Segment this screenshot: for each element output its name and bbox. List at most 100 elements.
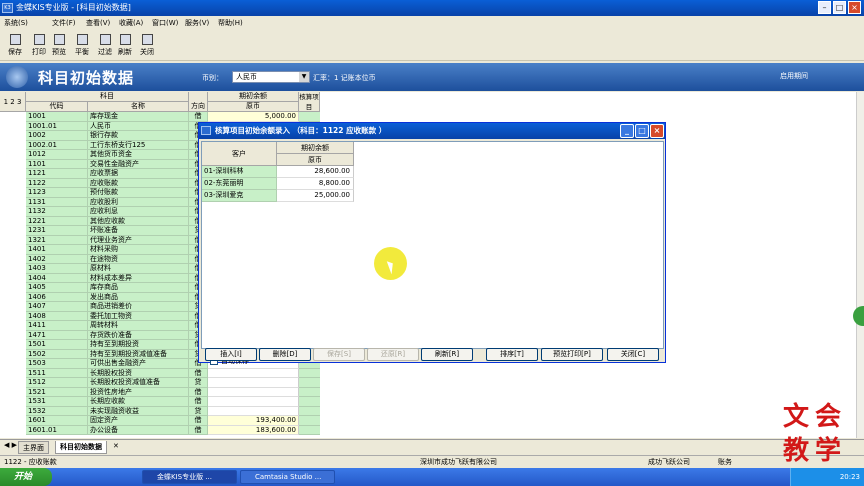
tree-expander-icon[interactable] xyxy=(0,387,26,397)
tree-expander-icon[interactable] xyxy=(0,159,26,169)
tab-main[interactable]: 主界面 xyxy=(18,441,49,454)
toolbar-refresh-button[interactable]: 刷新 xyxy=(115,32,135,60)
tree-expander-icon[interactable] xyxy=(0,397,26,407)
opening-balance-cell[interactable] xyxy=(208,378,299,388)
tree-expander-icon[interactable] xyxy=(0,121,26,131)
toolbar-close-button[interactable]: 关闭 xyxy=(137,32,157,60)
dialog-maximize-button[interactable]: □ xyxy=(635,124,649,138)
tree-expander-icon[interactable] xyxy=(0,302,26,312)
vertical-scrollbar[interactable] xyxy=(856,92,864,438)
tree-expander-icon[interactable] xyxy=(0,406,26,416)
tree-expander-icon[interactable] xyxy=(0,349,26,359)
table-row[interactable]: 1532 未实现融资收益贷 xyxy=(0,406,330,416)
table-row[interactable]: 1512 长期股权投资减值准备贷 xyxy=(0,378,330,388)
insert-button[interactable]: 插入[I] xyxy=(205,348,257,361)
tab-close-icon[interactable]: ✕ xyxy=(113,442,119,450)
close-window-button[interactable]: × xyxy=(848,1,861,14)
table-row[interactable]: 1511 长期股权投资借 xyxy=(0,368,330,378)
tree-expander-icon[interactable] xyxy=(0,311,26,321)
opening-balance-header: 期初余额 xyxy=(208,92,299,102)
tree-expander-icon[interactable] xyxy=(0,264,26,274)
tree-expander-icon[interactable] xyxy=(0,273,26,283)
subject-name-cell: 材料采购 xyxy=(88,245,189,255)
currency-select[interactable]: 人民币 ▼ xyxy=(232,71,310,83)
tree-expander-icon[interactable] xyxy=(0,235,26,245)
sort-button[interactable]: 排序[T] xyxy=(486,348,538,361)
menu-system[interactable]: 系统(S) xyxy=(4,16,28,30)
menu-view[interactable]: 查看(V) xyxy=(86,16,110,30)
tree-expander-icon[interactable] xyxy=(0,226,26,236)
tree-expander-icon[interactable] xyxy=(0,359,26,369)
save-button[interactable]: 保存[S] xyxy=(313,348,365,361)
tree-expander-icon[interactable] xyxy=(0,197,26,207)
tree-expander-icon[interactable] xyxy=(0,178,26,188)
tree-expander-icon[interactable] xyxy=(0,368,26,378)
menu-window[interactable]: 窗口(W) xyxy=(152,16,178,30)
taskbar-item-camtasia[interactable]: Camtasia Studio ... xyxy=(240,470,335,484)
toolbar-preview-button[interactable]: 预览 xyxy=(49,32,69,60)
opening-balance-cell[interactable] xyxy=(208,368,299,378)
tree-expander-icon[interactable] xyxy=(0,321,26,331)
customer-balance-cell[interactable]: 25,000.00 xyxy=(277,190,354,202)
tree-expander-icon[interactable] xyxy=(0,245,26,255)
tree-expander-icon[interactable] xyxy=(0,254,26,264)
taskbar-item-kis[interactable]: 金蝶KIS专业版 ... xyxy=(142,470,237,484)
chevron-down-icon[interactable]: ▼ xyxy=(299,72,309,82)
refresh-button[interactable]: 刷新[R] xyxy=(421,348,473,361)
opening-balance-cell[interactable] xyxy=(208,397,299,407)
tree-expander-icon[interactable] xyxy=(0,207,26,217)
delete-button[interactable]: 删除[D] xyxy=(259,348,311,361)
toolbar-filter-button[interactable]: 过滤 xyxy=(95,32,115,60)
table-row[interactable]: 1531 长期应收款借 xyxy=(0,397,330,407)
menu-file[interactable]: 文件(F) xyxy=(52,16,76,30)
close-button[interactable]: 关闭[C] xyxy=(607,348,659,361)
opening-balance-cell[interactable]: 193,400.00 xyxy=(208,416,299,426)
tree-expander-icon[interactable] xyxy=(0,140,26,150)
tab-scroll-arrows-icon[interactable]: ◀ ▶ xyxy=(4,441,17,449)
toolbar-balance-button[interactable]: 平衡 xyxy=(72,32,92,60)
dialog-close-button[interactable]: × xyxy=(650,124,664,138)
opening-balance-cell[interactable] xyxy=(208,387,299,397)
minimize-button[interactable]: – xyxy=(818,1,831,14)
tree-expander-icon[interactable] xyxy=(0,216,26,226)
tree-expander-icon[interactable] xyxy=(0,150,26,160)
tree-expander-icon[interactable] xyxy=(0,340,26,350)
tree-expander-icon[interactable] xyxy=(0,378,26,388)
table-row[interactable]: 1601 固定资产借 193,400.00 xyxy=(0,416,330,426)
tree-expander-icon[interactable] xyxy=(0,330,26,340)
tree-expander-icon[interactable] xyxy=(0,188,26,198)
customer-balance-cell[interactable]: 28,600.00 xyxy=(277,166,354,178)
menu-favorites[interactable]: 收藏(A) xyxy=(119,16,143,30)
dialog-minimize-button[interactable]: _ xyxy=(620,124,634,138)
opening-balance-cell[interactable]: 5,000.00 xyxy=(208,112,299,122)
print-preview-button[interactable]: 预览打印[P] xyxy=(541,348,603,361)
restore-button[interactable]: 还原[R] xyxy=(367,348,419,361)
start-button[interactable]: 开始 xyxy=(0,468,52,486)
opening-balance-cell[interactable] xyxy=(208,406,299,416)
opening-balance-cell[interactable]: 183,600.00 xyxy=(208,425,299,435)
tree-expander-icon[interactable] xyxy=(0,425,26,435)
toolbar-print-button[interactable]: 打印 xyxy=(29,32,49,60)
tree-expander-icon[interactable] xyxy=(0,416,26,426)
tree-expander-icon[interactable] xyxy=(0,112,26,122)
direction-cell: 贷 xyxy=(189,406,208,416)
tree-expander-icon[interactable] xyxy=(0,131,26,141)
table-row[interactable]: 1521 投资性房地产借 xyxy=(0,387,330,397)
menu-help[interactable]: 帮助(H) xyxy=(218,16,243,30)
toolbar-label: 预览 xyxy=(52,48,66,56)
customer-balance-cell[interactable]: 8,800.00 xyxy=(277,178,354,190)
maximize-button[interactable]: □ xyxy=(833,1,846,14)
tree-expander-icon[interactable] xyxy=(0,292,26,302)
check-item-cell xyxy=(299,387,320,397)
customer-row[interactable]: 02-东莞丽明 8,800.00 xyxy=(202,178,354,190)
customer-row[interactable]: 03-深圳爱克 25,000.00 xyxy=(202,190,354,202)
level-header[interactable]: 1 2 3 xyxy=(0,92,26,112)
menu-service[interactable]: 服务(V) xyxy=(185,16,209,30)
toolbar-save-button[interactable]: 保存 xyxy=(5,32,25,60)
customer-row[interactable]: 01-深圳科林 28,600.00 xyxy=(202,166,354,178)
tree-expander-icon[interactable] xyxy=(0,283,26,293)
tab-subject-initial-data[interactable]: 科目初始数据 xyxy=(55,441,107,454)
table-row[interactable]: 1001 库存现金借 5,000.00 xyxy=(0,112,330,122)
tree-expander-icon[interactable] xyxy=(0,169,26,179)
table-row[interactable]: 1601.01 办公设备借 183,600.00 xyxy=(0,425,330,435)
